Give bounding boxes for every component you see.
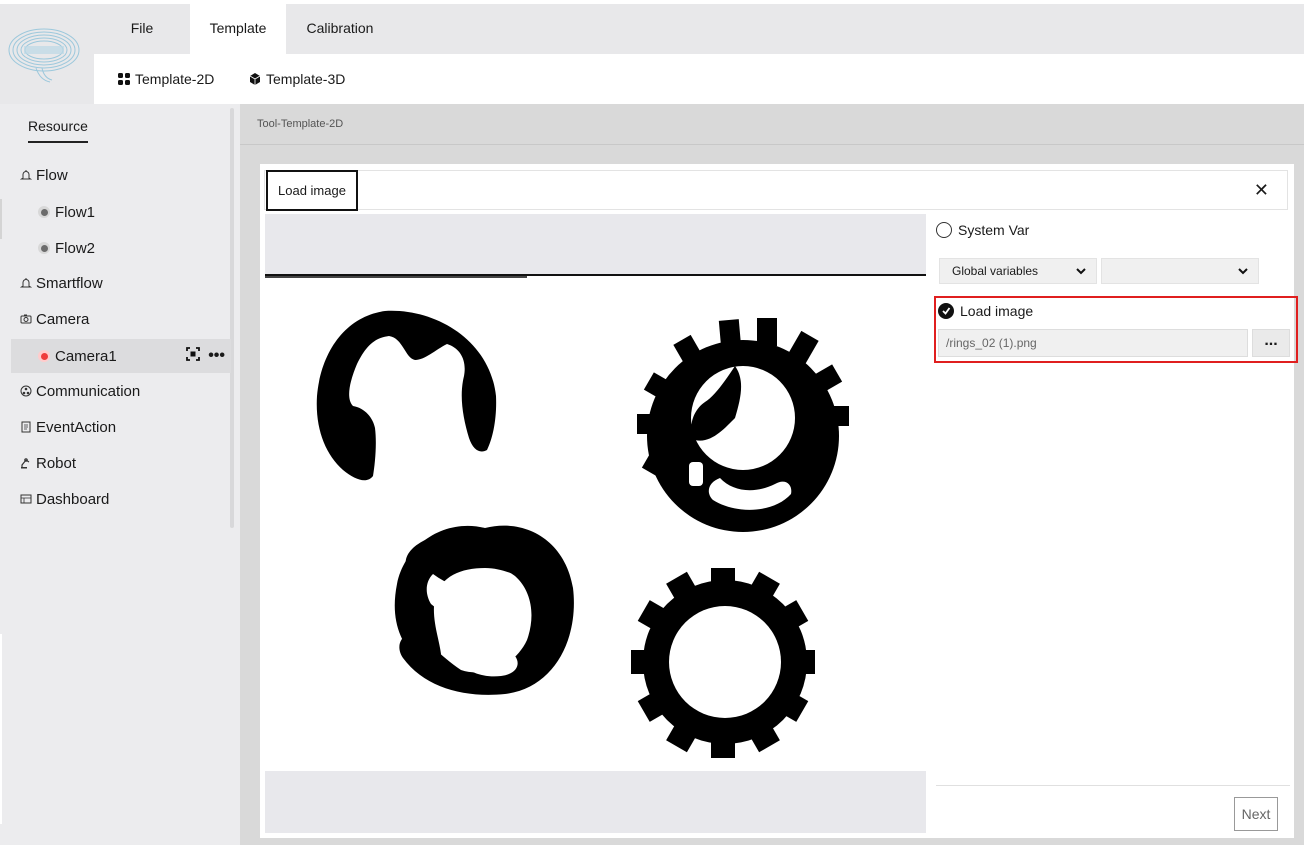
file-path-input[interactable] [938, 329, 1248, 357]
breadcrumb-divider [240, 144, 1304, 145]
chevron-down-icon [1238, 268, 1248, 275]
sidebar-item-robot[interactable]: Robot [0, 446, 230, 480]
sub-menu-template-2d[interactable]: Template-2D [118, 54, 214, 104]
document-icon [20, 421, 32, 433]
sub-menu-template-3d[interactable]: Template-3D [249, 54, 345, 104]
bell-icon [20, 169, 32, 181]
global-variables-select[interactable]: Global variables [939, 258, 1097, 284]
tool-panel: Load image ✕ System Var Global variables… [260, 164, 1298, 838]
sidebar-item-dashboard[interactable]: Dashboard [0, 482, 230, 516]
robot-icon [20, 457, 32, 469]
load-image-option[interactable]: Load image [938, 303, 1033, 319]
system-var-option[interactable]: System Var [936, 222, 1029, 238]
bell-icon [20, 277, 32, 289]
checked-radio-icon[interactable] [938, 303, 954, 319]
sidebar-item-label: Camera1 [55, 347, 117, 365]
cube-icon [249, 73, 261, 85]
tab-load-image[interactable]: Load image [266, 170, 358, 211]
loaded-image [316, 310, 849, 758]
sidebar-item-label: Flow1 [55, 203, 96, 221]
sidebar-item-label: Smartflow [36, 274, 103, 292]
menu-tab-label: Calibration [306, 20, 374, 36]
sidebar-item-label: Robot [36, 454, 77, 472]
sidebar-edge [0, 634, 2, 824]
sidebar-item-camera[interactable]: Camera [0, 302, 230, 336]
logo-area [0, 4, 94, 104]
chevron-down-icon [1076, 268, 1086, 275]
sidebar-item-label: EventAction [36, 418, 117, 436]
panel-header: Load image ✕ [264, 170, 1288, 211]
close-icon[interactable]: ✕ [1254, 180, 1269, 200]
sidebar-item-flow1[interactable]: Flow1 [0, 195, 230, 229]
select-value: Global variables [952, 264, 1039, 278]
ring-clip-shape-2 [394, 525, 574, 695]
grid-icon [118, 73, 130, 85]
sidebar-item-camera1[interactable]: Camera1 ••• [11, 339, 231, 373]
sidebar-item-label: Communication [36, 382, 141, 400]
sidebar-item-smartflow[interactable]: Smartflow [0, 266, 230, 300]
variable-select[interactable] [1101, 258, 1259, 284]
viewer-toolbar [265, 214, 926, 276]
sub-menu-label: Template-3D [266, 71, 346, 87]
viewer-footer [265, 771, 926, 833]
menu-tab-template[interactable]: Template [190, 4, 286, 54]
sidebar-item-label: Camera [36, 310, 90, 328]
browse-button[interactable]: ... [1252, 329, 1290, 357]
menu-tab-calibration[interactable]: Calibration [292, 4, 388, 54]
top-menu-bar: File Template Calibration [94, 4, 1304, 54]
ring-clip-shape [316, 310, 497, 481]
status-dot-icon [38, 206, 50, 218]
radio-icon[interactable] [936, 222, 952, 238]
menu-tab-file[interactable]: File [94, 4, 190, 54]
gear-shape-2 [631, 568, 815, 758]
sidebar-item-flow[interactable]: Flow [0, 158, 230, 192]
status-dot-icon [38, 350, 50, 362]
sidebar-item-eventaction[interactable]: EventAction [0, 410, 230, 444]
sidebar-item-communication[interactable]: Communication [0, 374, 230, 408]
footer-divider [936, 785, 1290, 786]
menu-tab-label: File [130, 20, 154, 36]
system-var-label: System Var [958, 222, 1030, 238]
main-area: Tool-Template-2D Load image ✕ System Var… [240, 104, 1304, 845]
sub-menu-label: Template-2D [135, 71, 215, 87]
sidebar-item-label: Flow2 [55, 239, 96, 257]
sidebar-scrollbar[interactable] [230, 108, 234, 528]
load-image-section: Load image ... [934, 296, 1298, 363]
gear-shape-1 [637, 318, 849, 532]
brain-logo-icon [8, 28, 80, 83]
image-viewer[interactable] [265, 214, 926, 833]
settings-pane: System Var Global variables Load image .… [934, 214, 1298, 833]
sub-menu-bar: Template-2D Template-3D [94, 54, 1304, 104]
network-icon [20, 385, 32, 397]
sidebar-item-label: Dashboard [36, 490, 110, 508]
sidebar-item-flow2[interactable]: Flow2 [0, 231, 230, 265]
row-actions: ••• [186, 339, 225, 373]
load-image-label: Load image [960, 303, 1034, 319]
sidebar: Resource Flow Flow1 Flow2 Smartflow Came… [0, 104, 240, 845]
sidebar-tab-resource[interactable]: Resource [28, 118, 88, 143]
menu-tab-label: Template [209, 20, 267, 36]
more-options-icon[interactable]: ••• [208, 347, 225, 365]
scan-icon[interactable] [186, 346, 201, 366]
breadcrumb: Tool-Template-2D [257, 118, 344, 130]
dashboard-icon [20, 493, 32, 505]
next-button[interactable]: Next [1234, 797, 1278, 831]
status-dot-icon [38, 242, 50, 254]
camera-icon [20, 313, 32, 325]
sidebar-item-label: Flow [36, 166, 68, 184]
